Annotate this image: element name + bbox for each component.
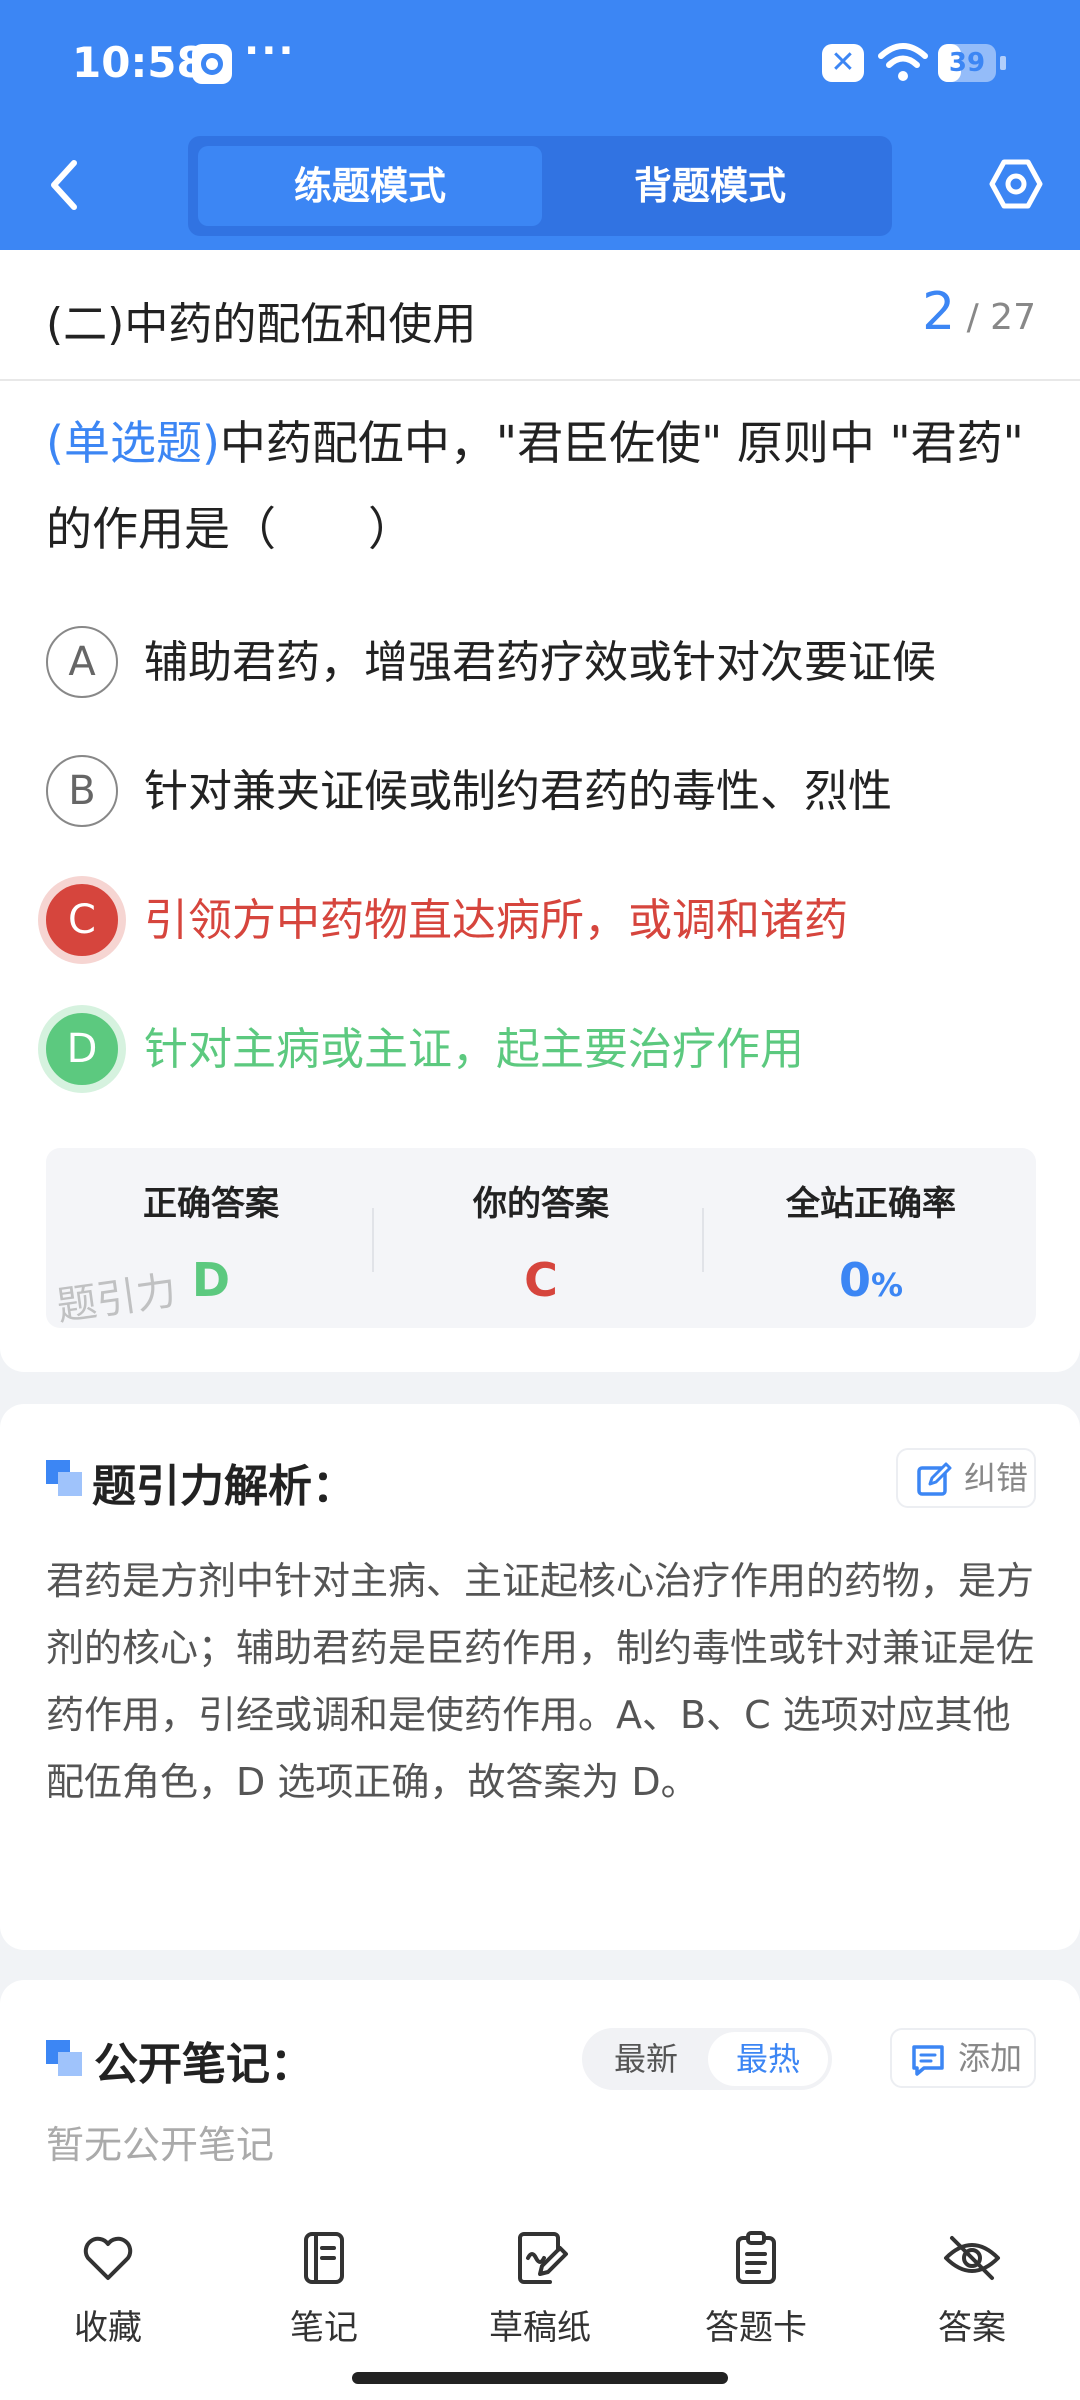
nav-label: 答题卡: [705, 2308, 807, 2348]
nav-label: 答案: [938, 2308, 1006, 2348]
option-text: 辅助君药，增强君药疗效或针对次要证候: [144, 637, 936, 688]
site-accuracy-value: 0%: [706, 1253, 1036, 1307]
battery-icon: 39: [938, 44, 1006, 82]
chapter-title: (二)中药的配伍和使用: [46, 299, 477, 350]
edit-icon: [917, 1462, 952, 1496]
mode-switch: 练题模式 背题模式: [188, 136, 892, 236]
bottom-nav: 收藏 笔记 草稿纸 答题卡 答案: [0, 2204, 1080, 2400]
nav-answer-sheet[interactable]: 答题卡: [666, 2228, 846, 2349]
empty-notes-text: 暂无公开笔记: [46, 2123, 275, 2167]
add-note-button[interactable]: 添加: [890, 2028, 1036, 2088]
notebook-icon: [304, 2232, 344, 2284]
battery-tip: [1000, 56, 1006, 70]
option-text: 针对主病或主证，起主要治疗作用: [144, 1024, 804, 1075]
your-answer-value: C: [524, 1253, 558, 1307]
your-answer: 你的答案 C: [376, 1176, 706, 1307]
notes-title: 公开笔记：: [94, 2039, 314, 2090]
nav-label: 笔记: [290, 2308, 358, 2348]
site-accuracy-label: 全站正确率: [786, 1184, 956, 1224]
analysis-text: 君药是方剂中针对主病、主证起核心治疗作用的药物，是方剂的核心；辅助君药是臣药作用…: [46, 1559, 1035, 1804]
battery-level: 39: [948, 48, 986, 78]
wifi-icon: [878, 43, 928, 81]
app-notification-icon: [192, 44, 232, 84]
back-arrow-icon[interactable]: [40, 155, 90, 215]
report-error-button[interactable]: 纠错: [896, 1448, 1036, 1508]
nav-answer-toggle[interactable]: 答案: [882, 2228, 1062, 2349]
summary-divider: [702, 1208, 704, 1272]
nav-label: 收藏: [74, 2308, 142, 2348]
comment-icon: [912, 2045, 944, 2076]
no-sim-icon: ✕: [822, 44, 864, 82]
tab-practice-mode[interactable]: 练题模式: [198, 146, 542, 226]
option-d[interactable]: D 针对主病或主证，起主要治疗作用: [44, 1013, 1044, 1087]
nav-draft-paper[interactable]: 草稿纸: [450, 2228, 630, 2349]
report-error-label: 纠错: [964, 1459, 1029, 1497]
nav-notes[interactable]: 笔记: [234, 2228, 414, 2349]
question-stem: (单选题)中药配伍中，"君臣佐使" 原则中 "君药" 的作用是（ ）: [46, 400, 1036, 572]
option-a[interactable]: A 辅助君药，增强君药疗效或针对次要证候: [44, 626, 1044, 700]
analysis-title: 题引力解析：: [92, 1461, 356, 1512]
correct-answer-label: 正确答案: [143, 1184, 279, 1224]
nav-favorite[interactable]: 收藏: [18, 2228, 198, 2349]
draft-pen-icon: [518, 2232, 568, 2284]
header-divider: [0, 379, 1080, 381]
sort-hottest[interactable]: 最热: [708, 2032, 828, 2086]
top-bar: 10:58 ··· ✕ 39 练题模式 背题模式: [0, 0, 1080, 250]
option-letter: B: [46, 755, 118, 827]
home-indicator[interactable]: [352, 2372, 728, 2384]
add-note-label: 添加: [958, 2039, 1023, 2077]
notes-sort-switch: 最新 最热: [582, 2028, 832, 2090]
settings-gear-icon[interactable]: [988, 156, 1044, 212]
section-icon: [46, 2040, 82, 2076]
eye-off-icon: [944, 2236, 1000, 2280]
heart-icon: [83, 2236, 133, 2280]
option-letter: A: [46, 626, 118, 698]
sort-newest[interactable]: 最新: [586, 2032, 706, 2086]
option-letter: D: [46, 1013, 118, 1085]
option-text: 针对兼夹证候或制约君药的毒性、烈性: [144, 766, 892, 817]
option-text: 引领方中药物直达病所，或调和诸药: [144, 895, 848, 946]
option-letter: C: [46, 884, 118, 956]
section-icon: [46, 1460, 82, 1496]
answer-summary: 正确答案 D 你的答案 C 全站正确率 0% 题引力: [46, 1148, 1036, 1330]
question-type: (单选题): [46, 416, 220, 470]
status-bar: 10:58 ··· ✕ 39: [0, 0, 1080, 125]
summary-divider: [372, 1208, 374, 1272]
site-accuracy-number: 0: [838, 1253, 871, 1307]
more-notifications-icon: ···: [244, 28, 296, 74]
total-question-count: / 27: [966, 297, 1036, 338]
your-answer-label: 你的答案: [473, 1184, 609, 1224]
nav-label: 草稿纸: [489, 2308, 591, 2348]
option-b[interactable]: B 针对兼夹证候或制约君药的毒性、烈性: [44, 755, 1044, 829]
current-question-number: 2: [922, 282, 956, 342]
site-accuracy: 全站正确率 0%: [706, 1176, 1036, 1307]
option-c[interactable]: C 引领方中药物直达病所，或调和诸药: [44, 884, 1044, 958]
site-accuracy-unit: %: [870, 1266, 904, 1304]
question-counter: 2 / 27: [922, 282, 1036, 342]
clipboard-icon: [736, 2231, 776, 2284]
status-time: 10:58: [72, 38, 206, 87]
tab-memorize-mode[interactable]: 背题模式: [538, 146, 882, 226]
